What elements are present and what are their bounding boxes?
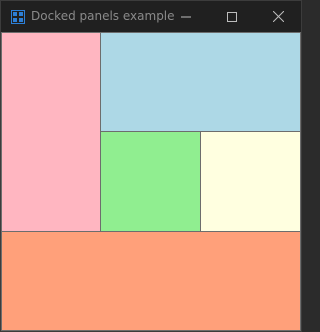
close-button[interactable] [255,1,301,32]
maximize-icon [227,7,237,26]
app-window: Docked panels example [0,0,302,332]
minimize-icon [181,7,191,26]
minimize-button[interactable] [163,1,209,32]
client-area [1,32,301,331]
maximize-button[interactable] [209,1,255,32]
panel-bottom [1,231,301,331]
panel-left [1,32,101,232]
panel-center-left [100,131,201,232]
window-title: Docked panels example [31,9,175,23]
title-bar[interactable]: Docked panels example [1,1,301,32]
panel-top [100,32,301,132]
app-window-icon [11,9,25,24]
panel-center-fill [200,131,301,232]
close-icon [272,7,284,26]
